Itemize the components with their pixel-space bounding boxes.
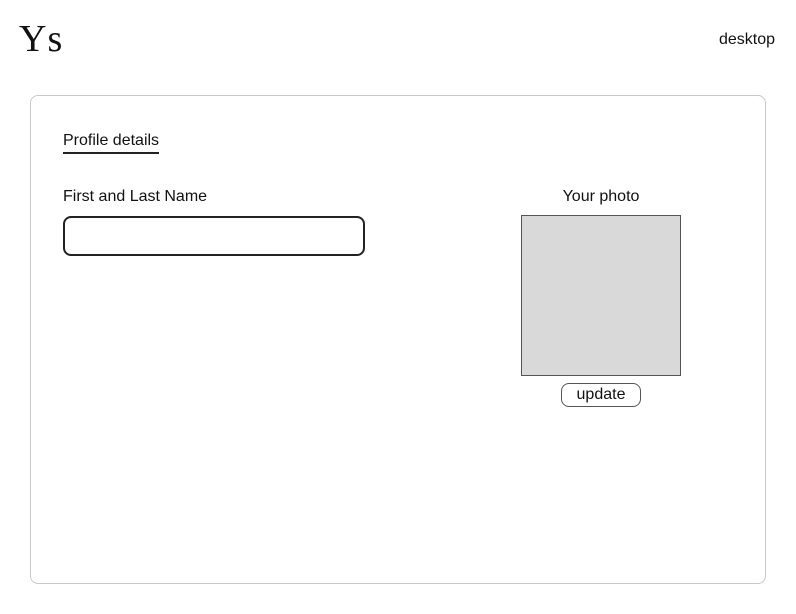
name-field-label: First and Last Name: [63, 188, 208, 205]
device-label: desktop: [718, 31, 775, 48]
photo-placeholder: [521, 215, 681, 376]
logo: Ys: [19, 18, 64, 60]
profile-card: Profile details First and Last Name Your…: [30, 95, 766, 584]
update-photo-button[interactable]: update: [561, 383, 641, 407]
photo-label: Your photo: [562, 188, 640, 205]
tab-profile-details[interactable]: Profile details: [63, 131, 160, 154]
name-input[interactable]: [63, 216, 365, 256]
